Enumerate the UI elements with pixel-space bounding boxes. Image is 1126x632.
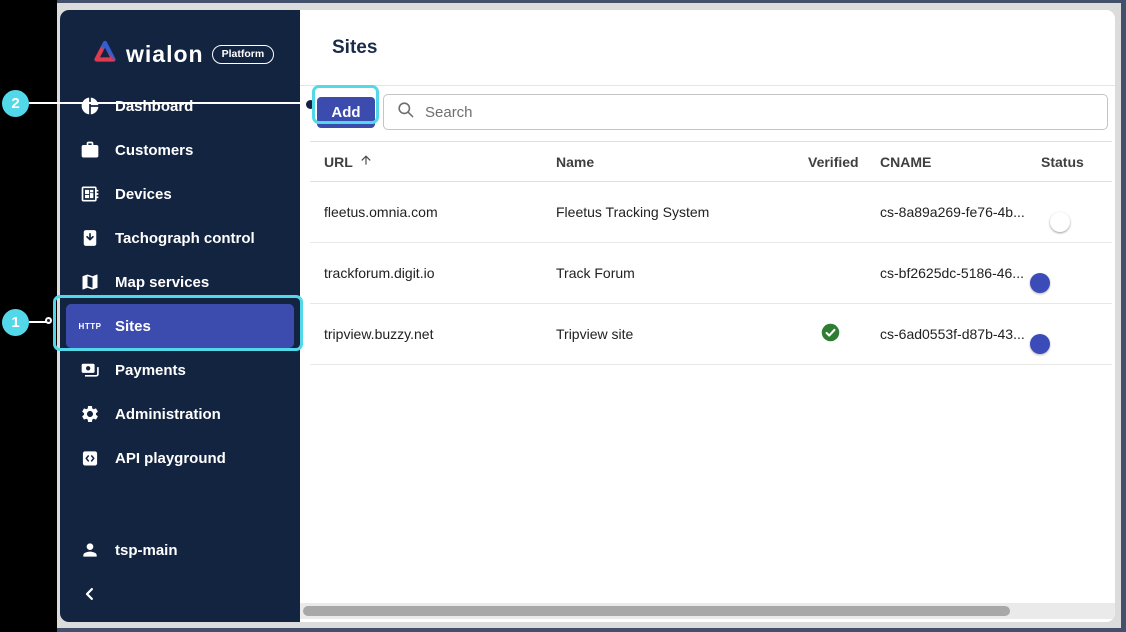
sidebar-item-label: API playground xyxy=(115,450,226,467)
column-header-status[interactable]: Status xyxy=(1041,154,1112,170)
cell-name: Tripview site xyxy=(556,326,808,342)
dashboard-icon xyxy=(78,94,102,118)
cell-verified xyxy=(808,322,880,346)
callout-endpoint-1 xyxy=(45,317,52,324)
payments-icon xyxy=(78,358,102,382)
cell-name: Fleetus Tracking System xyxy=(556,204,808,220)
search-icon xyxy=(396,100,415,124)
sidebar-collapse-button[interactable] xyxy=(66,572,294,616)
sidebar-user-label: tsp-main xyxy=(115,542,178,559)
cell-url: fleetus.omnia.com xyxy=(310,204,556,220)
search-input[interactable] xyxy=(425,104,1095,121)
tachograph-icon xyxy=(78,226,102,250)
sidebar-item-dashboard[interactable]: Dashboard xyxy=(66,84,294,128)
callout-line-2 xyxy=(29,102,307,104)
devices-icon xyxy=(78,182,102,206)
sidebar-item-devices[interactable]: Devices xyxy=(66,172,294,216)
wialon-logo-icon xyxy=(92,39,118,70)
logo: wialon Platform xyxy=(60,10,300,84)
screenshot-root: wialon Platform Dashboard Customers xyxy=(0,0,1126,632)
sidebar-item-administration[interactable]: Administration xyxy=(66,392,294,436)
customers-icon xyxy=(78,138,102,162)
logo-text: wialon xyxy=(126,41,204,68)
callout-circle-2: 2 xyxy=(2,90,29,117)
sidebar-item-label: Dashboard xyxy=(115,98,193,115)
map-icon xyxy=(78,270,102,294)
verified-check-icon xyxy=(820,330,841,346)
page-header: Sites xyxy=(300,10,1115,86)
cell-cname: cs-6ad0553f-d87b-43... xyxy=(880,326,1041,342)
sidebar-item-tachograph-control[interactable]: Tachograph control xyxy=(66,216,294,260)
sidebar-nav: Dashboard Customers Devices xyxy=(60,84,300,480)
api-icon xyxy=(78,446,102,470)
main-content: Sites Add URL xyxy=(300,10,1115,622)
search-box[interactable] xyxy=(383,94,1108,130)
cell-url: trackforum.digit.io xyxy=(310,265,556,281)
sort-asc-icon xyxy=(359,153,373,170)
sidebar-item-label: Administration xyxy=(115,406,221,423)
logo-platform-badge: Platform xyxy=(212,45,275,64)
column-header-verified[interactable]: Verified xyxy=(808,154,880,170)
highlight-box-add-button xyxy=(312,85,379,124)
callout-circle-1: 1 xyxy=(2,309,29,336)
sidebar-item-label: Devices xyxy=(115,186,172,203)
sidebar-item-label: Payments xyxy=(115,362,186,379)
sidebar-user[interactable]: tsp-main xyxy=(66,528,294,572)
column-header-url[interactable]: URL xyxy=(310,153,556,170)
horizontal-scrollbar-track[interactable] xyxy=(300,603,1115,619)
highlight-box-sites-item xyxy=(53,295,303,351)
table-header-row: URL Name Verified CNAME Status xyxy=(310,142,1112,182)
cell-cname: cs-bf2625dc-5186-46... xyxy=(880,265,1041,281)
table-row[interactable]: tripview.buzzy.net Tripview site cs-6ad0… xyxy=(310,304,1112,365)
chevron-left-icon xyxy=(78,582,102,606)
sidebar-item-label: Map services xyxy=(115,274,209,291)
sidebar-item-api-playground[interactable]: API playground xyxy=(66,436,294,480)
gear-icon xyxy=(78,402,102,426)
column-header-cname[interactable]: CNAME xyxy=(880,154,1041,170)
table-row[interactable]: trackforum.digit.io Track Forum cs-bf262… xyxy=(310,243,1112,304)
page-title: Sites xyxy=(332,37,377,59)
column-header-label: URL xyxy=(324,154,353,170)
sidebar-item-customers[interactable]: Customers xyxy=(66,128,294,172)
person-icon xyxy=(78,538,102,562)
cell-name: Track Forum xyxy=(556,265,808,281)
horizontal-scrollbar-thumb[interactable] xyxy=(303,606,1010,616)
sidebar-item-label: Customers xyxy=(115,142,193,159)
cell-cname: cs-8a89a269-fe76-4b... xyxy=(880,204,1041,220)
toolbar: Add xyxy=(300,86,1115,138)
cell-url: tripview.buzzy.net xyxy=(310,326,556,342)
sidebar-item-payments[interactable]: Payments xyxy=(66,348,294,392)
sidebar-item-label: Tachograph control xyxy=(115,230,255,247)
column-header-name[interactable]: Name xyxy=(556,154,808,170)
sidebar-bottom: tsp-main xyxy=(60,528,300,622)
sites-table: URL Name Verified CNAME Status fleetus.o… xyxy=(310,141,1112,365)
table-row[interactable]: fleetus.omnia.com Fleetus Tracking Syste… xyxy=(310,182,1112,243)
